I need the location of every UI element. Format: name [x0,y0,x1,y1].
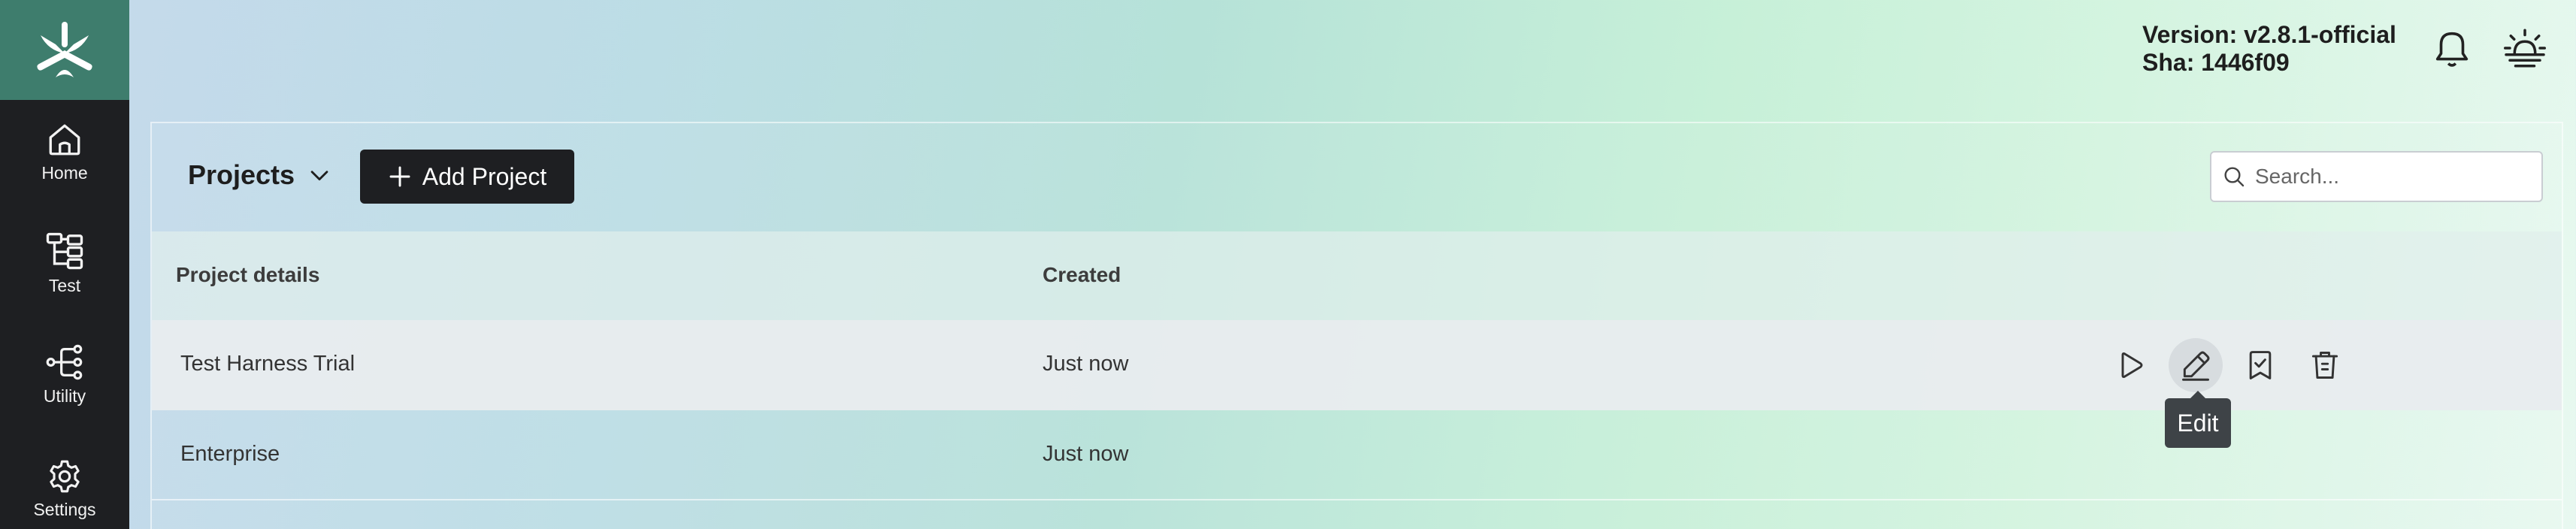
column-header-project-details: Project details [176,263,320,286]
sidebar-item-settings[interactable]: Settings [0,440,129,529]
created-cell: Just now [1043,442,1129,466]
search-input[interactable] [2255,165,2526,189]
notifications-button[interactable] [2430,26,2474,74]
sun-horizon-icon [2504,29,2546,68]
project-name-cell: Enterprise [180,442,280,466]
projects-dropdown[interactable]: Projects [188,159,332,191]
pencil-icon [2182,351,2210,381]
sidebar-item-label: Test [48,275,81,295]
bookmark-check-icon [2249,351,2272,379]
chevron-down-icon [310,171,328,181]
table-header: Project details Created [152,231,2562,320]
bell-icon [2435,32,2469,67]
logo-icon [37,21,92,77]
sidebar-item-utility[interactable]: Utility [0,325,129,423]
edit-tooltip: Edit [2165,391,2231,448]
delete-project-button[interactable] [2298,338,2352,392]
sidebar-item-label: Utility [43,385,86,406]
projects-label: Projects [188,159,295,190]
created-cell: Just now [1043,352,1129,376]
search-box[interactable] [2210,151,2543,202]
plus-icon [389,166,410,187]
sidebar-item-label: Settings [33,499,96,519]
edit-project-button[interactable] [2169,338,2223,392]
app-logo[interactable] [0,0,129,100]
theme-toggle-button[interactable] [2502,26,2548,74]
gear-icon [50,460,80,492]
version-info: Version: v2.8.1-official Sha: 1446f09 [2142,21,2396,77]
play-icon [2121,352,2143,379]
project-name-cell: Test Harness Trial [180,352,356,376]
test-tree-icon [46,232,83,269]
sidebar-item-home[interactable]: Home [0,103,129,201]
version-text: Version: v2.8.1-official [2142,21,2396,48]
column-header-created: Created [1043,263,1122,286]
utility-branch-icon [46,344,83,379]
bookmark-project-button[interactable] [2233,338,2287,392]
trash-icon [2311,352,2338,379]
run-project-button[interactable] [2104,338,2158,392]
home-icon [49,124,80,155]
sha-text: Sha: 1446f09 [2142,49,2290,76]
sidebar-item-test[interactable]: Test [0,214,129,312]
search-icon [2224,167,2245,187]
add-project-label: Add Project [422,162,547,190]
sidebar: Home Test Utility Settings [0,0,129,529]
sidebar-item-label: Home [41,162,88,183]
add-project-button[interactable]: Add Project [360,150,574,204]
